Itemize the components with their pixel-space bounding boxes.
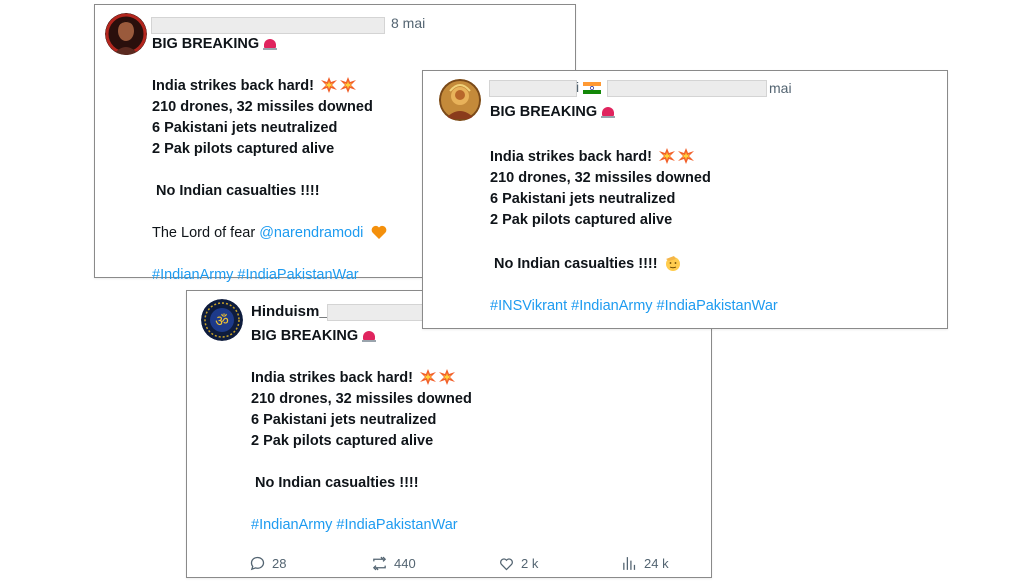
- india-flag: [583, 82, 601, 94]
- tweet-card-3[interactable]: ॐ Hinduism_ BIG BREAKING India strikes b…: [186, 290, 712, 578]
- redacted-username: [151, 17, 385, 34]
- redacted-username: [489, 80, 577, 97]
- body-line: India strikes back hard!: [251, 370, 413, 386]
- casualties-line: No Indian casualties !!!!: [494, 256, 658, 272]
- reply-count: 28: [272, 556, 287, 571]
- body-line: 2 Pak pilots captured alive: [152, 141, 335, 157]
- collision-emoji: [659, 148, 676, 164]
- body-line: 6 Pakistani jets neutralized: [490, 191, 676, 207]
- saluting-face-emoji: [665, 256, 680, 271]
- tweet-card-2[interactable]: i mai BIG BREAKING India strikes back ha…: [422, 70, 948, 329]
- tweet-body: BIG BREAKING India strikes back hard! 21…: [251, 326, 472, 536]
- casualties-line: No Indian casualties !!!!: [255, 475, 419, 491]
- siren-emoji: [601, 104, 616, 118]
- reply-button[interactable]: 28: [249, 555, 286, 572]
- views-icon: [623, 557, 636, 570]
- reply-icon: [250, 556, 265, 571]
- collision-emoji: [321, 77, 338, 93]
- hashtags[interactable]: #IndianArmy #IndiaPakistanWar: [152, 265, 387, 286]
- post-date: mai: [769, 80, 792, 96]
- name-fragment: i: [576, 79, 580, 95]
- hashtags[interactable]: #IndianArmy #IndiaPakistanWar: [251, 515, 472, 536]
- repost-count: 440: [394, 556, 416, 571]
- action-bar: 28 440 2 k 24 k: [249, 555, 689, 575]
- siren-emoji: [362, 328, 377, 342]
- collision-emoji: [420, 369, 437, 385]
- headline: BIG BREAKING: [152, 36, 260, 52]
- casualties-line: No Indian casualties !!!!: [156, 183, 320, 199]
- like-count: 2 k: [521, 556, 539, 571]
- hashtags[interactable]: #INSVikrant #IndianArmy #IndiaPakistanWa…: [490, 296, 778, 317]
- body-line: 210 drones, 32 missiles downed: [251, 391, 472, 407]
- like-icon: [500, 558, 513, 571]
- body-line: 210 drones, 32 missiles downed: [152, 99, 373, 115]
- collision-emoji: [439, 369, 456, 385]
- repost-icon: [372, 556, 387, 571]
- redacted-username: [607, 80, 767, 97]
- body-line: 6 Pakistani jets neutralized: [152, 120, 338, 136]
- body-line: India strikes back hard!: [490, 149, 652, 165]
- body-line: 6 Pakistani jets neutralized: [251, 412, 437, 428]
- mention-link[interactable]: @narendramodi: [259, 225, 363, 241]
- body-line: 210 drones, 32 missiles downed: [490, 170, 711, 186]
- headline: BIG BREAKING: [490, 104, 598, 120]
- body-line: 2 Pak pilots captured alive: [251, 433, 434, 449]
- collision-emoji: [678, 148, 695, 164]
- tweet-body: BIG BREAKING India strikes back hard! 21…: [490, 102, 778, 317]
- avatar[interactable]: ॐ: [201, 299, 243, 341]
- repost-button[interactable]: 440: [371, 555, 416, 572]
- svg-text:ॐ: ॐ: [215, 312, 229, 330]
- extra-text: The Lord of fear: [152, 225, 256, 241]
- author-name[interactable]: Hinduism_: [251, 303, 328, 320]
- body-line: India strikes back hard!: [152, 78, 314, 94]
- like-button[interactable]: 2 k: [498, 555, 538, 572]
- headline: BIG BREAKING: [251, 328, 359, 344]
- body-line: 2 Pak pilots captured alive: [490, 212, 673, 228]
- views-count: 24 k: [644, 556, 669, 571]
- post-date: 8 mai: [391, 15, 426, 31]
- avatar[interactable]: [439, 79, 481, 121]
- views-button[interactable]: 24 k: [621, 555, 669, 572]
- orange-heart-emoji: [372, 225, 387, 239]
- avatar[interactable]: [105, 13, 147, 55]
- siren-emoji: [263, 36, 278, 50]
- tweet-body: BIG BREAKING India strikes back hard! 21…: [152, 34, 387, 286]
- collision-emoji: [340, 77, 357, 93]
